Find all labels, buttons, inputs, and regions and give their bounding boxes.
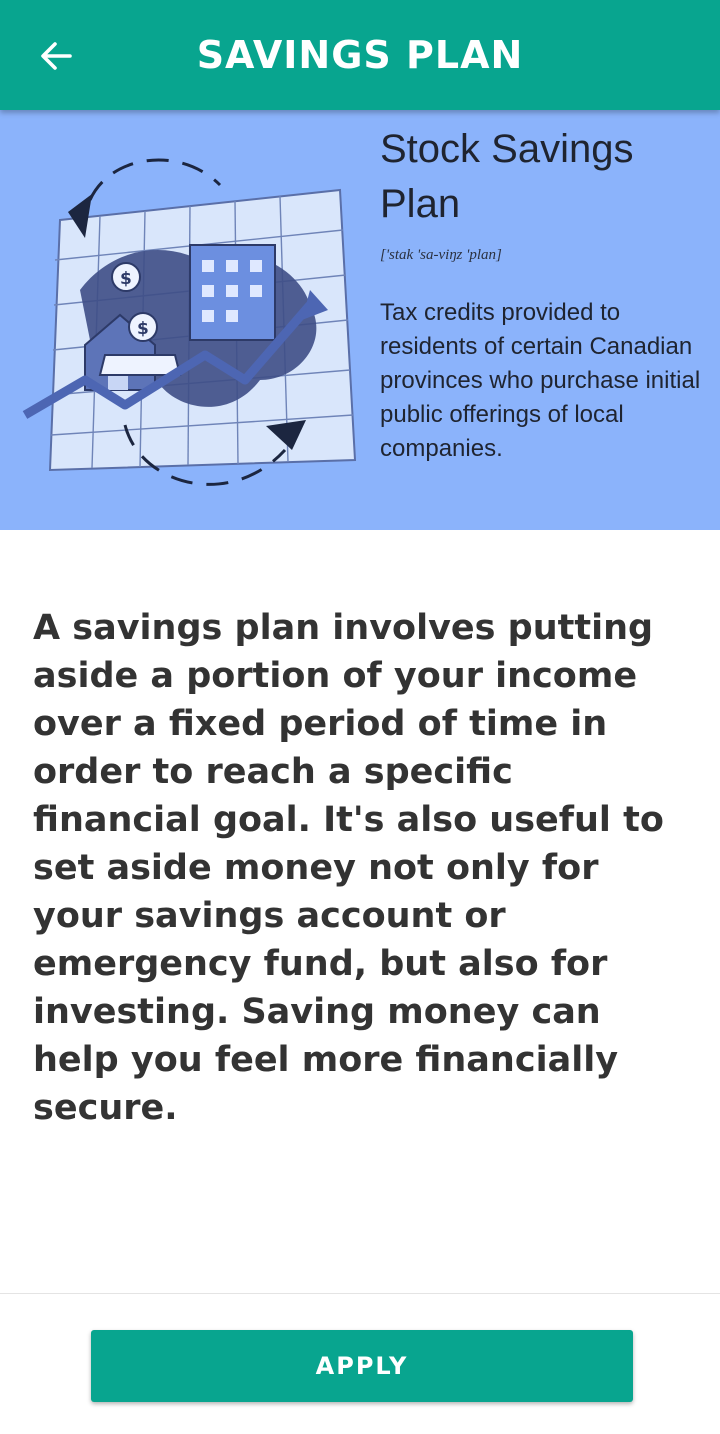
app-bar: SAVINGS PLAN (0, 0, 720, 110)
banner-pronunciation: ['stak 'sa-viŋz 'plan] (380, 247, 502, 263)
page-title: SAVINGS PLAN (196, 33, 524, 77)
arrow-left-icon (41, 42, 72, 70)
bottom-action-bar: APPLY (0, 1293, 720, 1434)
banner-definition: Tax credits provided to residents of cer… (380, 299, 701, 462)
savings-illustration: $ $ (22, 158, 357, 486)
banner-heading: Stock Savings Plan (380, 127, 634, 226)
description-text: A savings plan involves putting aside a … (33, 608, 664, 1128)
svg-text:$: $ (137, 319, 149, 339)
stock-savings-plan-banner: $ $ Stock Savings Plan ['stak 'sa-viŋz '… (0, 110, 720, 530)
apply-button[interactable]: APPLY (91, 1330, 633, 1402)
back-button[interactable] (28, 28, 84, 84)
svg-text:$: $ (120, 269, 132, 289)
